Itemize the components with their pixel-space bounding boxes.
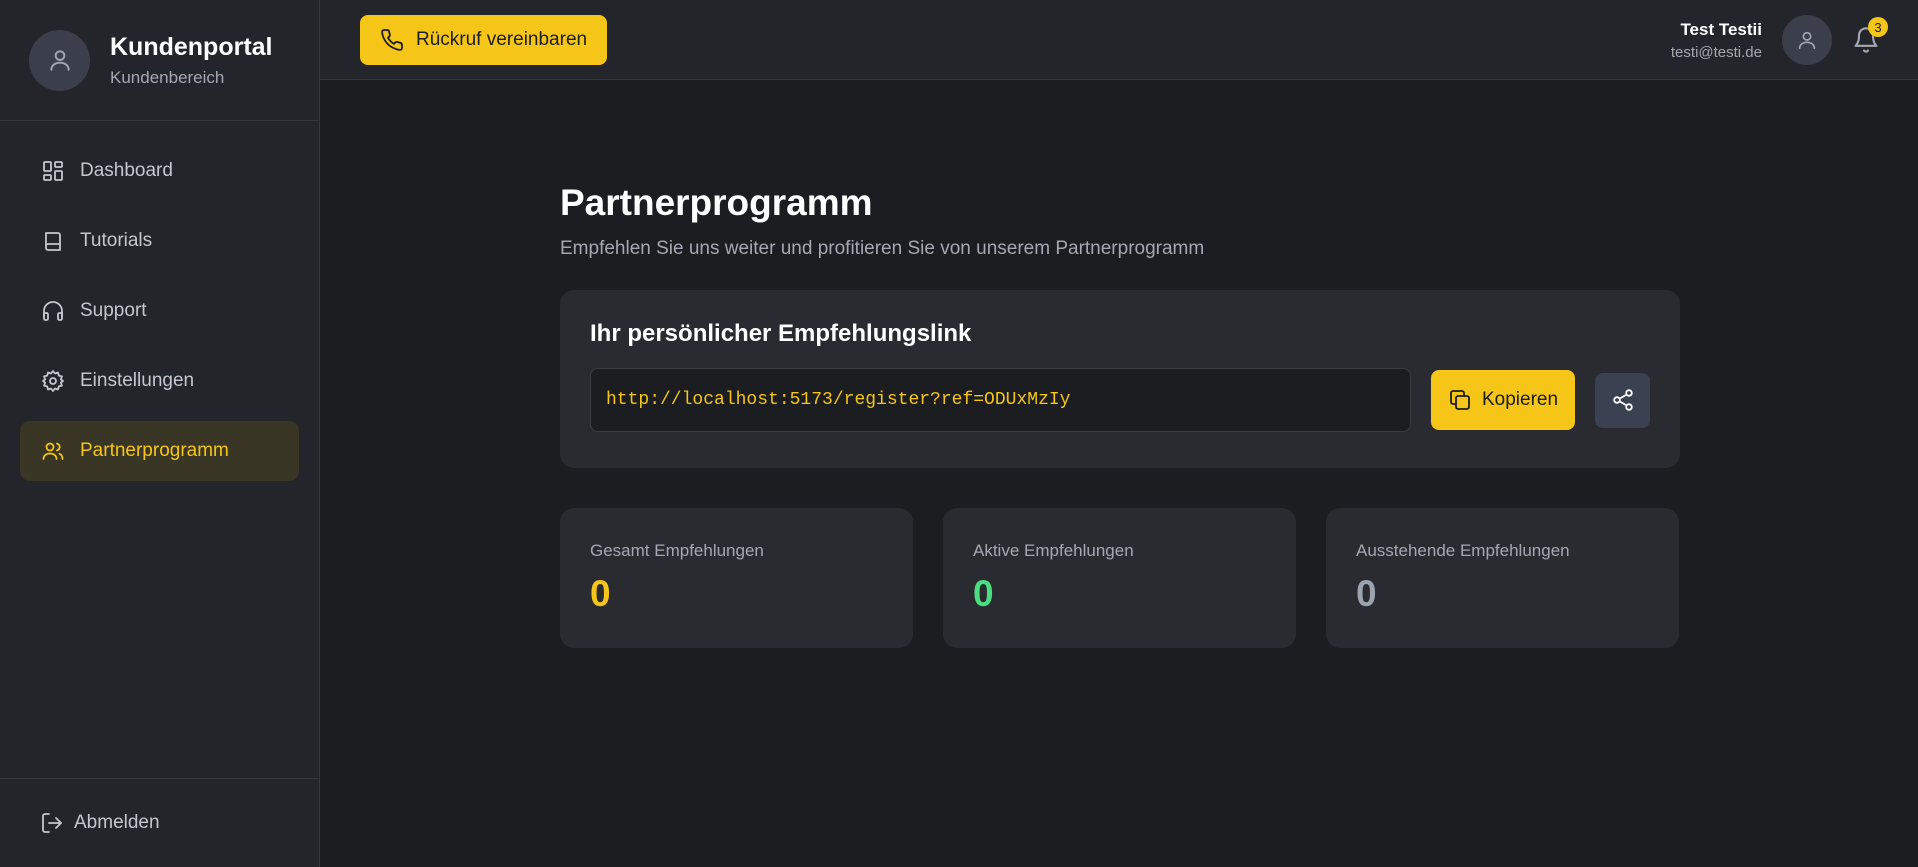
callback-button[interactable]: Rückruf vereinbaren: [360, 14, 608, 65]
user-area: Test Testii testi@testi.de 3: [1671, 0, 1888, 80]
user-info: Test Testii testi@testi.de: [1671, 20, 1762, 61]
users-icon: [41, 439, 65, 463]
stat-card-total: Gesamt Empfehlungen 0: [560, 508, 913, 648]
sidebar-nav: Dashboard Tutorials Support Einstellunge…: [0, 121, 319, 778]
sidebar-item-label: Tutorials: [80, 230, 153, 251]
stat-card-active: Aktive Empfehlungen 0: [943, 508, 1296, 648]
callback-label: Rückruf vereinbaren: [416, 28, 588, 50]
sidebar-item-label: Dashboard: [80, 160, 173, 181]
gear-icon: [41, 369, 65, 393]
brand-title: Kundenportal: [110, 32, 273, 61]
notifications-button[interactable]: 3: [1852, 17, 1888, 54]
sidebar-item-partnerprogramm[interactable]: Partnerprogramm: [20, 421, 299, 481]
brand-header: Kundenportal Kundenbereich: [0, 0, 319, 121]
book-icon: [41, 229, 65, 253]
stat-label: Ausstehende Empfehlungen: [1356, 541, 1570, 560]
sidebar: Kundenportal Kundenbereich Dashboard Tut…: [0, 0, 320, 867]
sidebar-item-label: Einstellungen: [80, 370, 195, 391]
stat-value: 0: [1356, 573, 1377, 614]
topbar: Rückruf vereinbaren Test Testii testi@te…: [320, 0, 1918, 80]
referral-link-field[interactable]: [590, 368, 1411, 432]
page-subtitle: Empfehlen Sie uns weiter und profitieren…: [560, 238, 1205, 259]
notification-badge: 3: [1868, 17, 1888, 37]
brand-avatar: [29, 29, 90, 91]
sidebar-item-label: Support: [80, 300, 147, 321]
phone-icon: [381, 28, 403, 51]
logout-label: Abmelden: [74, 812, 160, 833]
stats-row: Gesamt Empfehlungen 0 Aktive Empfehlunge…: [560, 508, 1680, 648]
stat-label: Gesamt Empfehlungen: [590, 541, 764, 560]
referral-link-card: Ihr persönlicher Empfehlungslink Kopiere…: [560, 290, 1680, 468]
user-email: testi@testi.de: [1670, 43, 1762, 61]
dashboard-icon: [41, 159, 65, 183]
share-icon: [1612, 389, 1633, 411]
stat-label: Aktive Empfehlungen: [973, 541, 1134, 560]
referral-link-row: Kopieren: [590, 368, 1650, 432]
main-area: Rückruf vereinbaren Test Testii testi@te…: [320, 0, 1918, 867]
logout-icon: [40, 811, 64, 835]
copy-button[interactable]: Kopieren: [1431, 370, 1575, 430]
app-root: Kundenportal Kundenbereich Dashboard Tut…: [0, 0, 1918, 867]
share-button[interactable]: [1595, 372, 1650, 428]
content: Partnerprogramm Empfehlen Sie uns weiter…: [320, 80, 1680, 648]
sidebar-item-tutorials[interactable]: Tutorials: [20, 211, 299, 271]
copy-label: Kopieren: [1481, 389, 1559, 410]
sidebar-item-support[interactable]: Support: [20, 281, 299, 341]
user-name: Test Testii: [1680, 19, 1762, 39]
user-icon: [49, 50, 70, 71]
headphones-icon: [41, 299, 65, 323]
logout-button[interactable]: Abmelden: [0, 778, 319, 867]
page-title: Partnerprogramm: [560, 182, 873, 223]
user-icon: [1798, 31, 1816, 50]
sidebar-item-einstellungen[interactable]: Einstellungen: [20, 351, 299, 411]
stat-value: 0: [590, 573, 611, 614]
stat-value: 0: [973, 573, 994, 614]
sidebar-item-label: Partnerprogramm: [80, 440, 229, 461]
sidebar-item-dashboard[interactable]: Dashboard: [20, 141, 299, 201]
stat-card-pending: Ausstehende Empfehlungen 0: [1326, 508, 1679, 648]
copy-icon: [1450, 390, 1470, 410]
avatar[interactable]: [1782, 15, 1832, 65]
referral-card-title: Ihr persönlicher Empfehlungslink: [590, 320, 972, 347]
brand-subtitle: Kundenbereich: [110, 67, 225, 87]
